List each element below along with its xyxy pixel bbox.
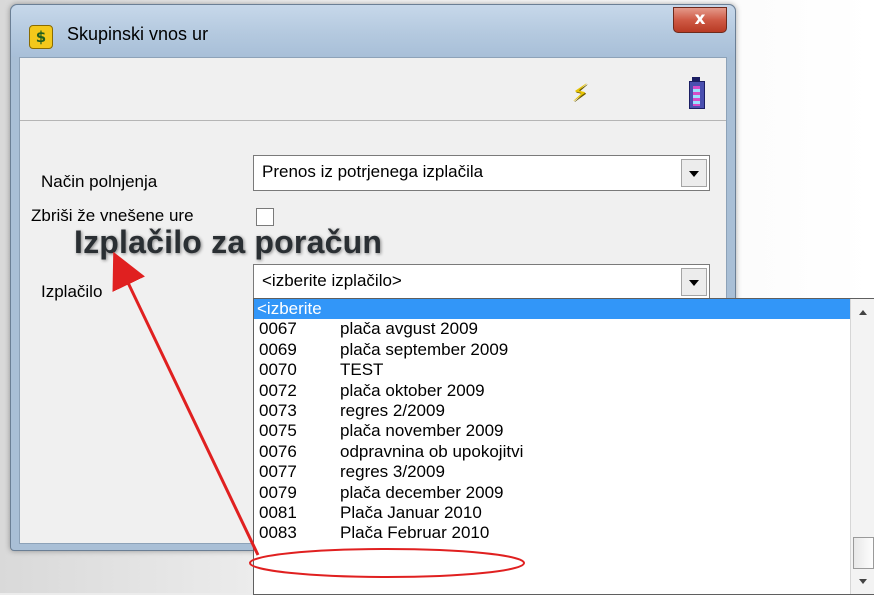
fill-method-value: Prenos iz potrjenega izplačila bbox=[262, 162, 484, 181]
item-name: plača september 2009 bbox=[340, 339, 509, 359]
item-code: 0069 bbox=[259, 339, 297, 359]
chevron-down-icon[interactable] bbox=[681, 159, 707, 187]
list-item[interactable]: 0079 plača december 2009 bbox=[254, 483, 850, 503]
list-item[interactable]: 0075 plača november 2009 bbox=[254, 421, 850, 441]
list-item[interactable]: 0077 regres 3/2009 bbox=[254, 462, 850, 482]
exit-door-icon[interactable] bbox=[689, 77, 705, 109]
title-bar[interactable]: $ Skupinski vnos ur x bbox=[11, 5, 735, 57]
chevron-down-icon[interactable] bbox=[681, 268, 707, 296]
item-code: 0083 bbox=[259, 523, 297, 543]
scroll-down-icon[interactable] bbox=[851, 572, 874, 592]
window-title: Skupinski vnos ur bbox=[67, 24, 209, 44]
annotation-text: Izplačilo za poračun bbox=[74, 224, 383, 260]
item-name: Plača Januar 2010 bbox=[340, 502, 482, 522]
item-name: regres 3/2009 bbox=[340, 462, 445, 482]
list-item[interactable]: 0069 plača september 2009 bbox=[254, 340, 850, 360]
item-name: plača oktober 2009 bbox=[340, 380, 485, 400]
fill-method-select[interactable]: Prenos iz potrjenega izplačila bbox=[253, 155, 710, 191]
item-code: 0072 bbox=[259, 380, 297, 400]
money-bag-icon: $ bbox=[29, 25, 53, 49]
payout-value: <izberite izplačilo> bbox=[262, 271, 402, 290]
payout-select[interactable]: <izberite izplačilo> bbox=[253, 264, 710, 300]
payout-dropdown-list[interactable]: <izberite 0067 plača avgust 2009 0069 plač… bbox=[253, 298, 874, 595]
item-name: regres 2/2009 bbox=[340, 400, 445, 420]
item-code: 0075 bbox=[259, 421, 297, 441]
list-item[interactable]: <izberite bbox=[254, 299, 850, 320]
item-name: odpravnina ob upokojitvi bbox=[340, 441, 524, 461]
toolbar: ⚡ bbox=[20, 58, 726, 121]
item-code: 0077 bbox=[259, 462, 297, 482]
item-name: plača november 2009 bbox=[340, 421, 504, 441]
item-code: 0081 bbox=[259, 502, 297, 522]
fill-method-label: Način polnjenja bbox=[41, 172, 158, 191]
list-item[interactable]: 0083 Plača Februar 2010 bbox=[254, 523, 850, 543]
item-code: 0067 bbox=[259, 319, 297, 339]
item-code: <izberite bbox=[257, 299, 322, 318]
list-item[interactable]: 0081 Plača Januar 2010 bbox=[254, 503, 850, 523]
item-code: 0070 bbox=[259, 360, 297, 380]
scroll-thumb[interactable] bbox=[853, 537, 874, 569]
list-item[interactable]: 0067 plača avgust 2009 bbox=[254, 319, 850, 339]
item-name: plača december 2009 bbox=[340, 482, 504, 502]
item-code: 0076 bbox=[259, 441, 297, 461]
item-name: Plača Februar 2010 bbox=[340, 523, 490, 543]
dropdown-scrollbar[interactable] bbox=[850, 299, 874, 594]
item-code: 0073 bbox=[259, 400, 297, 420]
dropdown-items: <izberite 0067 plača avgust 2009 0069 plač… bbox=[254, 299, 850, 544]
list-item[interactable]: 0076 odpravnina ob upokojitvi bbox=[254, 442, 850, 462]
delete-entered-label: Zbriši že vnešene ure bbox=[31, 206, 194, 225]
list-item[interactable]: 0070 TEST bbox=[254, 360, 850, 380]
item-code: 0079 bbox=[259, 482, 297, 502]
scroll-up-icon[interactable] bbox=[851, 303, 874, 323]
list-item[interactable]: 0073 regres 2/2009 bbox=[254, 401, 850, 421]
lightning-bolt-icon[interactable]: ⚡ bbox=[568, 78, 592, 108]
item-name: plača avgust 2009 bbox=[340, 319, 478, 339]
item-name: TEST bbox=[340, 360, 384, 380]
list-item[interactable]: 0072 plača oktober 2009 bbox=[254, 381, 850, 401]
payout-label: Izplačilo bbox=[41, 282, 103, 301]
close-button[interactable]: x bbox=[673, 7, 727, 33]
